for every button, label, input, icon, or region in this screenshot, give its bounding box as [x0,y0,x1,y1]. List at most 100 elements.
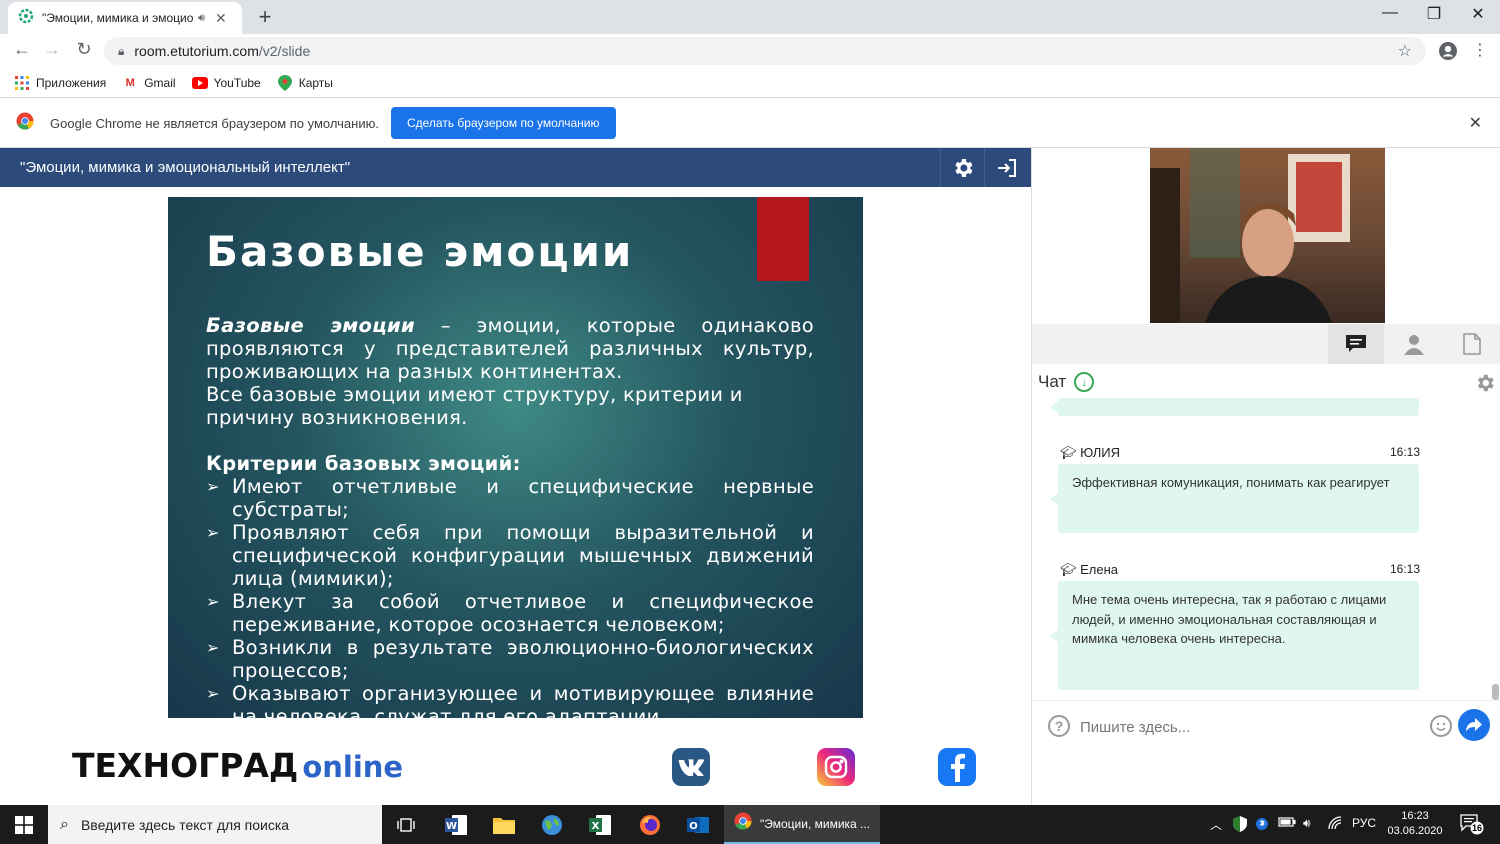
chat-input[interactable] [1080,711,1420,743]
reload-button[interactable]: ↻ [72,39,96,60]
chat-messages[interactable]: 🎓︎ ЮЛИЯ 16:13 Эффективная комуникация, п… [1032,398,1500,698]
criteria-item: Проявляют себя при помощи выразительной … [206,521,814,590]
back-button[interactable]: ← [10,39,34,60]
notification-count: 16 [1471,823,1482,833]
tehnograd-logo[interactable]: ТЕХНОГРАД online [72,746,403,785]
taskbar-chrome-window[interactable]: "Эмоции, мимика ... [724,805,880,844]
taskbar-search[interactable]: ⌕ Введите здесь текст для поиска [48,805,382,844]
profile-avatar-icon[interactable] [1438,41,1458,66]
criteria-title: Критерии базовых эмоций: [206,452,521,475]
taskbar-window-label: "Эмоции, мимика ... [760,816,871,831]
wifi-icon[interactable] [1328,816,1344,833]
windows-taskbar: ⌕ Введите здесь текст для поиска W X O "… [0,805,1500,844]
slide-accent-bar [757,197,809,281]
tab-files[interactable] [1444,324,1500,364]
criteria-item: Влекут за собой отчетливое и специфическ… [206,590,814,636]
infobar-message: Google Chrome не является браузером по у… [50,115,379,131]
volume-icon[interactable]: 🔊︎ [1303,816,1311,831]
minimize-button[interactable]: — [1368,4,1412,22]
tab-chat[interactable] [1328,324,1384,364]
message-time: 16:13 [1389,562,1420,576]
chat-message-header: 🎓︎ Елена 16:13 [1060,562,1420,578]
message-time: 16:13 [1389,445,1420,459]
excel-icon[interactable]: X [576,805,624,844]
instagram-icon[interactable] [817,748,855,786]
browser-tab[interactable]: "Эмоции, мимика и эмоцио 🔊︎ ✕ [8,2,242,34]
emoji-icon[interactable] [1430,715,1452,737]
tab-strip: "Эмоции, мимика и эмоцио 🔊︎ ✕ + — ❐ ✕ [0,0,1500,34]
bookmark-apps[interactable]: Приложения [14,75,106,91]
tab-close-icon[interactable]: ✕ [215,10,227,27]
close-window-button[interactable]: ✕ [1456,4,1500,24]
start-button[interactable] [0,805,48,844]
search-icon: ⌕ [60,815,69,833]
bookmark-star-icon[interactable]: ☆ [1398,41,1412,61]
battery-icon[interactable] [1278,816,1296,831]
new-tab-button[interactable]: + [254,4,276,30]
settings-gear-icon[interactable] [940,148,984,187]
forward-button[interactable]: → [40,39,64,60]
menu-kebab-icon[interactable]: ⋮ [1472,40,1488,60]
graduation-cap-icon: 🎓︎ [1060,445,1077,460]
right-panel: Чат ↓ 🎓︎ ЮЛИЯ 16:13 Эффективная комуника… [1031,148,1500,805]
maximize-button[interactable]: ❐ [1412,4,1456,24]
input-language[interactable]: РУС [1352,816,1376,830]
file-explorer-icon[interactable] [480,805,528,844]
chat-scrollbar[interactable] [1492,684,1499,700]
chat-message: Эффективная комуникация, понимать как ре… [1050,464,1419,533]
defender-shield-icon[interactable] [1233,816,1247,835]
slide-intro-2: Все базовые эмоции имеют структуру, крит… [206,383,743,429]
speaker-icon[interactable]: 🔊︎ [198,12,205,25]
youtube-icon [191,75,208,91]
word-icon[interactable]: W [432,805,480,844]
svg-text:W: W [446,821,457,832]
task-view-icon[interactable] [382,805,430,844]
firefox-icon[interactable] [626,805,674,844]
message-text: Мне тема очень интересна, так я работаю … [1072,592,1387,646]
system-clock[interactable]: 16:23 03.06.2020 [1380,809,1450,839]
criteria-item: Имеют отчетливые и специфические нервные… [206,475,814,521]
svg-text:O: O [689,821,698,832]
message-author: Елена [1080,562,1119,577]
bookmark-gmail[interactable]: M Gmail [122,75,176,91]
send-message-button[interactable] [1458,709,1490,741]
lock-icon[interactable]: 🔒︎ [118,44,124,59]
clock-time: 16:23 [1401,810,1429,822]
exit-room-icon[interactable] [984,148,1028,187]
globe-app-icon[interactable] [528,805,576,844]
etutorium-favicon-icon [18,8,34,29]
message-text: Эффективная комуникация, понимать как ре… [1072,475,1390,490]
graduation-cap-icon: 🎓︎ [1060,562,1077,577]
infobar-close-icon[interactable]: ✕ [1469,113,1482,133]
bookmark-maps[interactable]: Карты [277,74,333,91]
tray-chevron-up-icon[interactable]: ︿ [1210,816,1222,833]
bookmark-youtube[interactable]: YouTube [191,75,261,91]
download-chat-icon[interactable]: ↓ [1074,372,1095,392]
notification-center-icon[interactable]: 16 [1460,813,1484,840]
svg-text:X: X [592,821,600,832]
outlook-icon[interactable]: O [674,805,722,844]
facebook-icon[interactable] [938,748,976,786]
chat-settings-gear-icon[interactable] [1474,372,1496,399]
taskbar-search-placeholder: Введите здесь текст для поиска [80,816,290,833]
document-icon [1463,333,1481,355]
slide-title: Базовые эмоции [206,227,634,276]
default-browser-infobar: Google Chrome не является браузером по у… [0,99,1500,148]
message-author: ЮЛИЯ [1080,445,1120,460]
chat-input-row: ? [1032,700,1500,750]
bookmark-label: Приложения [36,75,107,90]
vk-icon[interactable] [672,748,710,786]
user-icon [1404,335,1424,355]
webinar-title: "Эмоции, мимика и эмоциональный интеллек… [20,159,351,176]
tab-participants[interactable] [1386,324,1442,364]
help-icon[interactable]: ? [1048,715,1070,737]
address-bar[interactable]: 🔒︎ room.etutorium.com/v2/slide ☆ [104,37,1426,65]
presentation-slide: Базовые эмоции Базовые эмоции – эмоции, … [168,197,863,718]
set-default-browser-button[interactable]: Сделать браузером по умолчанию [390,107,616,139]
panel-tabs [1032,324,1500,364]
presenter-video[interactable] [1150,148,1385,323]
bookmark-label: Gmail [144,75,176,90]
browser-toolbar: ← → ↻ 🔒︎ room.etutorium.com/v2/slide ☆ ⋮ [0,34,1500,68]
bluetooth-icon[interactable] [1256,816,1268,835]
chat-message-partial [1050,398,1419,416]
